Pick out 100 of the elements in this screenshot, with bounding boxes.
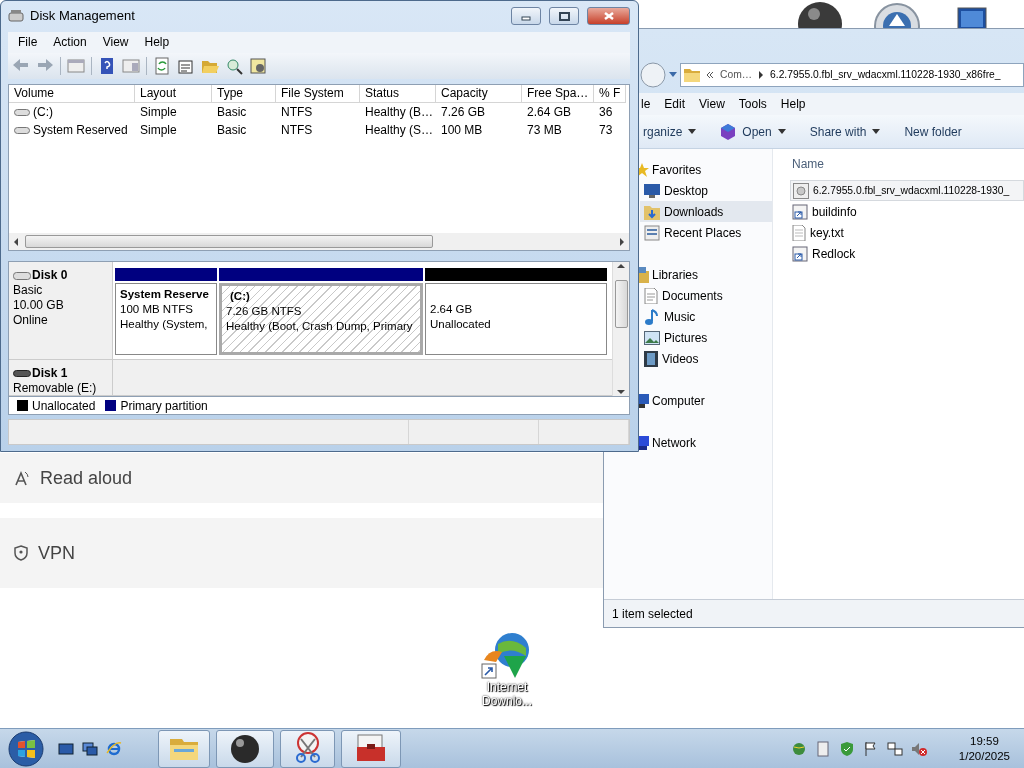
table-cell-text: Simple bbox=[140, 122, 177, 140]
scroll-up-icon[interactable] bbox=[617, 262, 625, 271]
switch-windows-icon[interactable] bbox=[82, 740, 98, 757]
settings-row[interactable]: VPN bbox=[0, 518, 603, 588]
document-icon[interactable] bbox=[814, 740, 831, 757]
back-button[interactable] bbox=[640, 62, 666, 88]
menu-item[interactable]: Help bbox=[780, 95, 806, 113]
nav-item[interactable]: Documents bbox=[640, 285, 772, 306]
table-cell-text: 73 bbox=[599, 122, 613, 140]
address-bar[interactable]: Com… 6.2.7955.0.fbl_srv_wdacxml.110228-1930_x86fre_ bbox=[680, 63, 1024, 87]
monitor-icon bbox=[644, 183, 660, 198]
list-entry[interactable]: key.txt bbox=[790, 222, 1024, 243]
nav-group[interactable]: Favorites bbox=[652, 160, 702, 179]
list-entry[interactable]: 6.2.7955.0.fbl_srv_wdacxml.110228-1930_ bbox=[790, 180, 1024, 201]
status-text: 1 item selected bbox=[612, 605, 693, 623]
taskbar-button[interactable] bbox=[216, 729, 274, 768]
toolbar-button[interactable]: New folder bbox=[902, 120, 964, 143]
column-header[interactable]: Type bbox=[212, 84, 276, 103]
toolbar-button[interactable]: Share with bbox=[807, 120, 883, 143]
nav-group[interactable]: Computer bbox=[652, 391, 705, 410]
maximize-button[interactable] bbox=[549, 6, 579, 25]
network-icon[interactable] bbox=[886, 740, 903, 757]
scroll-down-icon[interactable] bbox=[617, 388, 625, 397]
caret-icon[interactable] bbox=[688, 129, 697, 134]
disk-detail: Online bbox=[13, 313, 49, 329]
dropdown-arrow-icon[interactable] bbox=[668, 71, 678, 79]
close-button[interactable] bbox=[587, 6, 630, 25]
scroll-left-icon[interactable] bbox=[13, 237, 19, 246]
flag-icon[interactable] bbox=[862, 740, 879, 757]
chevron-icon[interactable] bbox=[706, 71, 714, 79]
list-entry[interactable]: buildinfo bbox=[790, 201, 1024, 222]
download-folder-icon bbox=[644, 203, 660, 220]
table-cell-text: Healthy (S… bbox=[365, 122, 434, 140]
shield-check-icon[interactable] bbox=[838, 740, 855, 757]
settings-icon[interactable] bbox=[249, 56, 267, 75]
caret-icon[interactable] bbox=[777, 129, 786, 134]
show-desktop-icon[interactable] bbox=[58, 740, 74, 757]
shortcut-label[interactable]: Internet Downlo... bbox=[477, 680, 537, 708]
help-icon[interactable] bbox=[98, 56, 116, 75]
caret-icon[interactable] bbox=[872, 129, 881, 134]
table-cell-text: 100 MB bbox=[441, 122, 483, 140]
window-title: Disk Management bbox=[30, 7, 135, 26]
nav-item[interactable]: Pictures bbox=[640, 327, 772, 348]
globe-icon[interactable] bbox=[790, 740, 807, 757]
column-header[interactable]: Free Spa… bbox=[522, 84, 594, 103]
breadcrumb[interactable]: Com… bbox=[720, 67, 753, 83]
column-header[interactable]: Capacity bbox=[436, 84, 522, 103]
minimize-button[interactable] bbox=[511, 6, 541, 25]
column-header[interactable]: Volume bbox=[9, 84, 135, 103]
nav-item[interactable]: Downloads bbox=[640, 201, 772, 222]
column-header[interactable]: Name bbox=[790, 155, 824, 173]
menu-item[interactable]: Tools bbox=[738, 95, 767, 113]
drive-icon bbox=[14, 125, 30, 136]
clock-date: 1/20/2025 bbox=[958, 748, 1010, 764]
browser-icon[interactable] bbox=[106, 740, 122, 757]
toolbar-button[interactable]: rganize bbox=[641, 120, 699, 143]
nav-group[interactable]: Libraries bbox=[652, 265, 699, 284]
nav-item[interactable]: Videos bbox=[640, 348, 772, 369]
menu-item[interactable]: View bbox=[102, 33, 129, 52]
menu-item[interactable]: Help bbox=[144, 33, 170, 52]
menu-item[interactable]: le bbox=[641, 95, 651, 113]
nav-item[interactable]: Music bbox=[640, 306, 772, 327]
clock[interactable]: 19:59 1/20/2025 bbox=[958, 733, 1010, 764]
column-header[interactable]: Status bbox=[360, 84, 436, 103]
settings-row[interactable]: Read aloud bbox=[0, 453, 603, 503]
table-cell-text: 7.26 GB bbox=[441, 104, 486, 122]
cube-icon bbox=[720, 123, 737, 140]
folder-icon bbox=[684, 68, 700, 82]
nav-item[interactable]: Desktop bbox=[640, 180, 772, 201]
music-note-icon bbox=[644, 308, 660, 325]
column-header[interactable]: File System bbox=[276, 84, 360, 103]
read-aloud-icon bbox=[14, 470, 30, 486]
breadcrumb[interactable]: 6.2.7955.0.fbl_srv_wdacxml.110228-1930_x86fre_ bbox=[770, 67, 1001, 83]
disk-detail: Basic bbox=[13, 283, 44, 299]
horizontal-scrollbar[interactable] bbox=[9, 233, 629, 251]
refresh-icon[interactable] bbox=[153, 56, 171, 75]
menu-item[interactable]: View bbox=[699, 95, 725, 113]
table-cell-text: 2.64 GB bbox=[527, 104, 572, 122]
column-header[interactable]: % F bbox=[594, 84, 626, 103]
nav-item[interactable]: Recent Places bbox=[640, 222, 772, 243]
recent-places-icon bbox=[644, 224, 660, 241]
partition[interactable]: 2.64 GB Unallocated bbox=[425, 283, 607, 356]
legend-label: Primary partition bbox=[120, 397, 208, 415]
start-button[interactable] bbox=[8, 730, 44, 767]
shield-icon bbox=[14, 545, 28, 561]
app-icon bbox=[8, 7, 24, 24]
partition-name: (C:) bbox=[229, 289, 251, 305]
menu-item[interactable]: File bbox=[18, 33, 38, 52]
magnifier-icon[interactable] bbox=[225, 56, 243, 75]
partition[interactable]: (C:) 7.26 GB NTFS Healthy (Boot, Crash Dump, Primary bbox=[219, 283, 423, 356]
toolbar-button[interactable]: Open bbox=[718, 120, 788, 143]
menu-item[interactable]: Edit bbox=[664, 95, 686, 113]
list-entry[interactable]: Redlock bbox=[790, 243, 1024, 264]
vertical-scrollbar[interactable] bbox=[612, 262, 629, 397]
partition[interactable]: System Reserve 100 MB NTFS Healthy (System, bbox=[115, 283, 217, 356]
column-header[interactable]: Layout bbox=[135, 84, 212, 103]
scroll-right-icon[interactable] bbox=[619, 237, 625, 246]
breadcrumb-arrow-icon[interactable] bbox=[758, 71, 765, 79]
nav-group[interactable]: Network bbox=[652, 433, 696, 452]
menu-item[interactable]: Action bbox=[53, 33, 87, 52]
